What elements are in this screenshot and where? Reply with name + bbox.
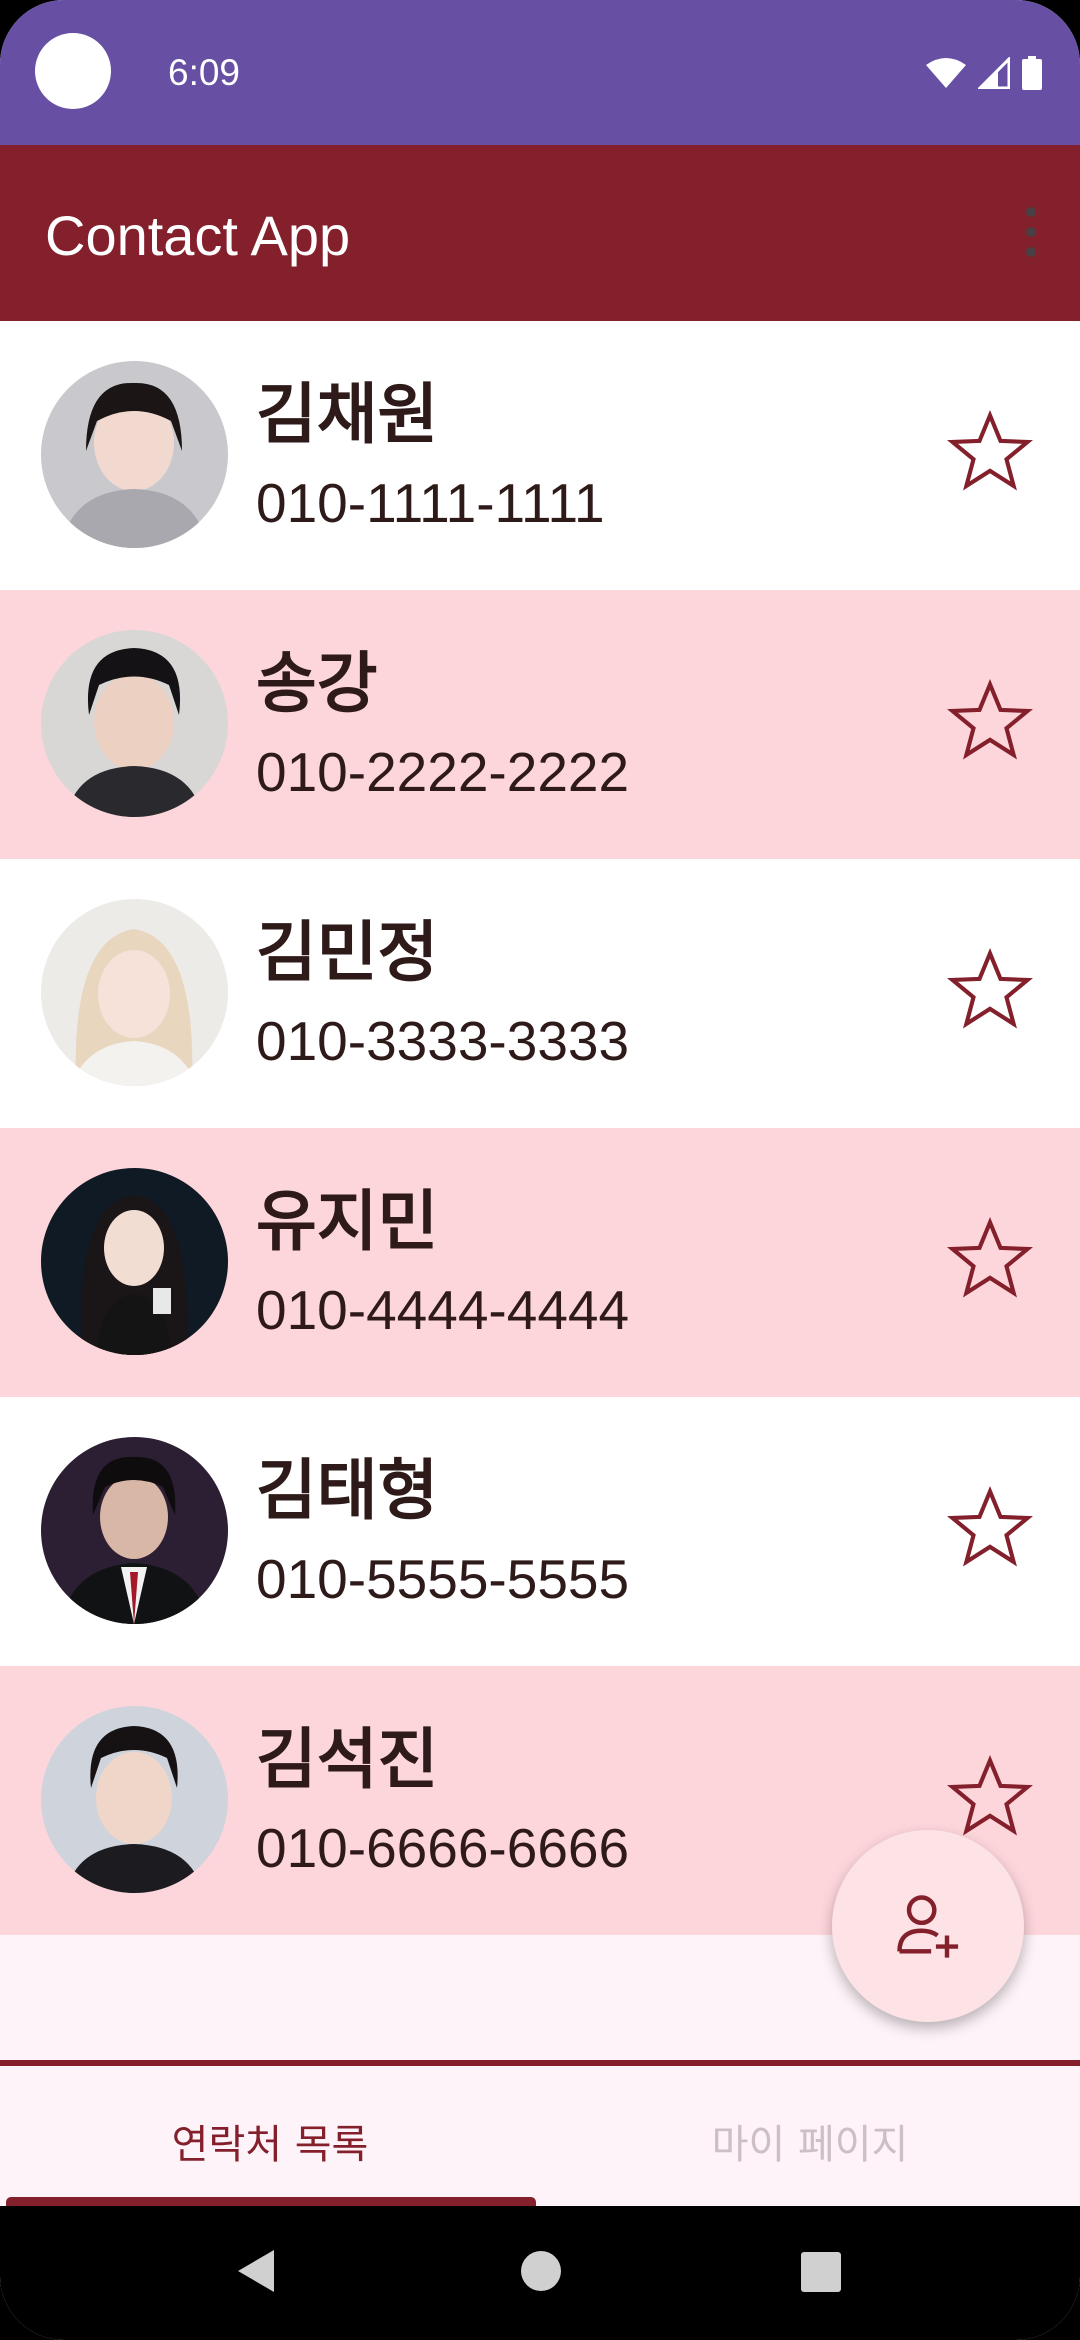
recents-icon[interactable] xyxy=(800,2248,842,2294)
contact-list: 김채원 010-1111-1111 송강 010-2222-2222 김민정 0… xyxy=(0,321,1080,1935)
contact-row[interactable]: 김민정 010-3333-3333 xyxy=(0,859,1080,1128)
tab-my-page[interactable]: 마이 페이지 xyxy=(540,2112,1080,2170)
contact-row[interactable]: 송강 010-2222-2222 xyxy=(0,590,1080,859)
contact-row[interactable]: 김채원 010-1111-1111 xyxy=(0,321,1080,590)
more-vert-icon[interactable] xyxy=(1026,207,1036,257)
contact-phone: 010-4444-4444 xyxy=(256,1279,630,1341)
star-outline-icon[interactable] xyxy=(945,944,1035,1034)
star-outline-icon[interactable] xyxy=(945,406,1035,496)
wifi-icon xyxy=(926,58,966,88)
status-bar: 6:09 xyxy=(0,0,1080,145)
avatar xyxy=(41,899,228,1086)
contact-row[interactable]: 유지민 010-4444-4444 xyxy=(0,1128,1080,1397)
system-nav-bar xyxy=(0,2206,1080,2340)
add-contact-button[interactable] xyxy=(832,1830,1024,2022)
app-title: Contact App xyxy=(45,204,351,267)
contact-phone: 010-3333-3333 xyxy=(256,1010,630,1072)
contact-phone: 010-5555-5555 xyxy=(256,1548,630,1610)
status-icons xyxy=(926,56,1042,90)
add-person-icon xyxy=(897,1895,959,1958)
tab-contact-list[interactable]: 연락처 목록 xyxy=(0,2112,540,2170)
contact-phone: 010-1111-1111 xyxy=(256,472,605,534)
camera-cutout xyxy=(35,33,111,109)
phone-screen: 6:09 Contact App 김채원 010-1111-1111 송강 01… xyxy=(0,0,1080,2340)
app-bar: Contact App xyxy=(0,145,1080,321)
star-outline-icon[interactable] xyxy=(945,1751,1035,1841)
avatar xyxy=(41,1168,228,1355)
contact-phone: 010-6666-6666 xyxy=(256,1817,630,1879)
avatar xyxy=(41,1437,228,1624)
contact-name: 김태형 xyxy=(256,1452,439,1529)
signal-icon xyxy=(978,57,1010,89)
contact-name: 송강 xyxy=(256,645,378,722)
star-outline-icon[interactable] xyxy=(945,675,1035,765)
contact-name: 유지민 xyxy=(256,1183,439,1260)
home-icon[interactable] xyxy=(520,2248,562,2294)
status-time: 6:09 xyxy=(168,52,241,93)
avatar xyxy=(41,1706,228,1893)
back-icon[interactable] xyxy=(236,2248,276,2294)
contact-phone: 010-2222-2222 xyxy=(256,741,630,803)
avatar xyxy=(41,630,228,817)
contact-name: 김채원 xyxy=(256,376,439,453)
contact-name: 김민정 xyxy=(256,914,439,991)
avatar xyxy=(41,361,228,548)
contact-row[interactable]: 김태형 010-5555-5555 xyxy=(0,1397,1080,1666)
star-outline-icon[interactable] xyxy=(945,1482,1035,1572)
battery-icon xyxy=(1022,56,1042,90)
star-outline-icon[interactable] xyxy=(945,1213,1035,1303)
tab-indicator xyxy=(6,2197,536,2206)
bottom-tabs: 연락처 목록 마이 페이지 xyxy=(0,2066,1080,2206)
contact-name: 김석진 xyxy=(256,1721,439,1798)
